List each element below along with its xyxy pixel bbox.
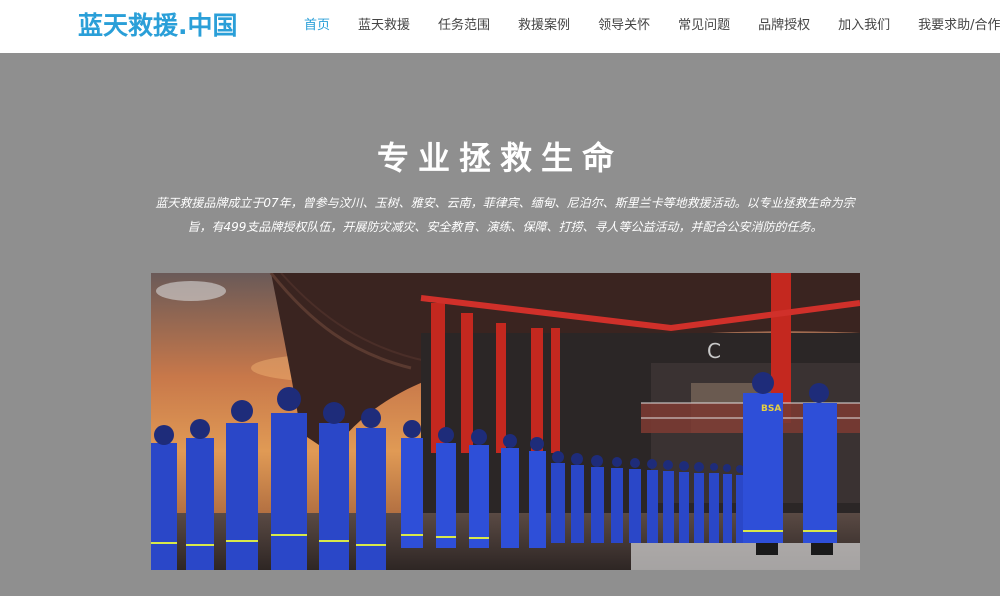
nav-item-mission-scope[interactable]: 任务范围 [430,14,498,33]
hero-title: 专业拯救生命 [376,139,623,177]
main-nav: 首页 蓝天救援 任务范围 救援案例 领导关怀 常见问题 品牌授权 加入我们 我要… [296,14,1000,33]
nav-item-rescue-cases[interactable]: 救援案例 [510,14,578,33]
nav-item-faq[interactable]: 常见问题 [670,14,738,33]
vest-label: BSA [761,404,781,414]
rescue-team-photo: C BSA [151,273,860,570]
site-header: 蓝天救援.中国 首页 蓝天救援 任务范围 救援案例 领导关怀 常见问题 品牌授权… [0,0,1000,53]
hero-banner: 专业拯救生命 蓝天救援品牌成立于07年，曾参与汶川、玉树、雅安、云南，菲律宾、缅… [0,53,1000,596]
site-logo[interactable]: 蓝天救援.中国 [78,6,238,42]
nav-item-help-cooperate[interactable]: 我要求助/合作 [910,14,1000,33]
nav-item-leadership[interactable]: 领导关怀 [590,14,658,33]
nav-item-home[interactable]: 首页 [296,14,338,33]
nav-item-join-us[interactable]: 加入我们 [830,14,898,33]
photo-sign-letter: C [707,339,721,363]
nav-item-brand-license[interactable]: 品牌授权 [750,14,818,33]
hero-description: 蓝天救援品牌成立于07年，曾参与汶川、玉树、雅安、云南，菲律宾、缅甸、尼泊尔、斯… [155,196,855,234]
nav-item-blue-sky[interactable]: 蓝天救援 [350,14,418,33]
